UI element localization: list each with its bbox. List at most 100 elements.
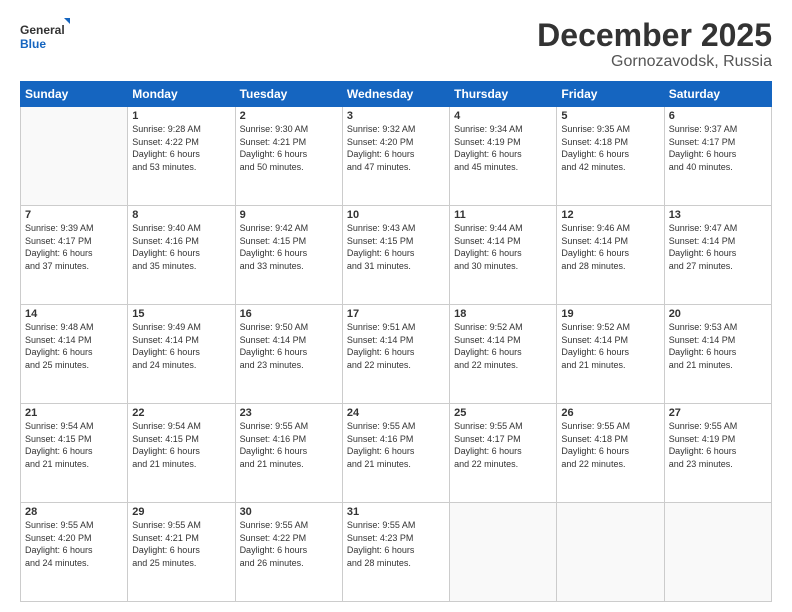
day-info: Sunrise: 9:55 AM Sunset: 4:19 PM Dayligh… [669, 420, 767, 470]
day-number: 25 [454, 407, 552, 419]
day-number: 19 [561, 308, 659, 320]
week-row: 7Sunrise: 9:39 AM Sunset: 4:17 PM Daylig… [21, 206, 772, 305]
day-number: 27 [669, 407, 767, 419]
day-info: Sunrise: 9:44 AM Sunset: 4:14 PM Dayligh… [454, 222, 552, 272]
day-info: Sunrise: 9:42 AM Sunset: 4:15 PM Dayligh… [240, 222, 338, 272]
table-cell: 24Sunrise: 9:55 AM Sunset: 4:16 PM Dayli… [342, 404, 449, 503]
day-info: Sunrise: 9:49 AM Sunset: 4:14 PM Dayligh… [132, 321, 230, 371]
table-cell: 29Sunrise: 9:55 AM Sunset: 4:21 PM Dayli… [128, 503, 235, 602]
day-number: 14 [25, 308, 123, 320]
table-cell: 25Sunrise: 9:55 AM Sunset: 4:17 PM Dayli… [450, 404, 557, 503]
table-cell: 7Sunrise: 9:39 AM Sunset: 4:17 PM Daylig… [21, 206, 128, 305]
table-cell: 13Sunrise: 9:47 AM Sunset: 4:14 PM Dayli… [664, 206, 771, 305]
day-info: Sunrise: 9:52 AM Sunset: 4:14 PM Dayligh… [454, 321, 552, 371]
day-number: 5 [561, 110, 659, 122]
week-row: 1Sunrise: 9:28 AM Sunset: 4:22 PM Daylig… [21, 107, 772, 206]
day-number: 8 [132, 209, 230, 221]
day-info: Sunrise: 9:54 AM Sunset: 4:15 PM Dayligh… [25, 420, 123, 470]
col-monday: Monday [128, 82, 235, 107]
title-block: December 2025 Gornozavodsk, Russia [537, 18, 772, 71]
day-info: Sunrise: 9:30 AM Sunset: 4:21 PM Dayligh… [240, 123, 338, 173]
table-cell [450, 503, 557, 602]
table-cell: 3Sunrise: 9:32 AM Sunset: 4:20 PM Daylig… [342, 107, 449, 206]
day-info: Sunrise: 9:54 AM Sunset: 4:15 PM Dayligh… [132, 420, 230, 470]
table-cell: 31Sunrise: 9:55 AM Sunset: 4:23 PM Dayli… [342, 503, 449, 602]
page: General Blue December 2025 Gornozavodsk,… [0, 0, 792, 612]
day-number: 10 [347, 209, 445, 221]
day-number: 4 [454, 110, 552, 122]
table-cell: 4Sunrise: 9:34 AM Sunset: 4:19 PM Daylig… [450, 107, 557, 206]
table-cell [664, 503, 771, 602]
day-number: 17 [347, 308, 445, 320]
day-number: 3 [347, 110, 445, 122]
month-title: December 2025 [537, 18, 772, 53]
day-info: Sunrise: 9:37 AM Sunset: 4:17 PM Dayligh… [669, 123, 767, 173]
day-info: Sunrise: 9:55 AM Sunset: 4:21 PM Dayligh… [132, 519, 230, 569]
day-number: 11 [454, 209, 552, 221]
day-info: Sunrise: 9:55 AM Sunset: 4:16 PM Dayligh… [347, 420, 445, 470]
table-cell: 12Sunrise: 9:46 AM Sunset: 4:14 PM Dayli… [557, 206, 664, 305]
day-number: 30 [240, 506, 338, 518]
day-info: Sunrise: 9:52 AM Sunset: 4:14 PM Dayligh… [561, 321, 659, 371]
day-info: Sunrise: 9:53 AM Sunset: 4:14 PM Dayligh… [669, 321, 767, 371]
day-info: Sunrise: 9:46 AM Sunset: 4:14 PM Dayligh… [561, 222, 659, 272]
table-cell [21, 107, 128, 206]
day-info: Sunrise: 9:55 AM Sunset: 4:23 PM Dayligh… [347, 519, 445, 569]
day-info: Sunrise: 9:32 AM Sunset: 4:20 PM Dayligh… [347, 123, 445, 173]
week-row: 14Sunrise: 9:48 AM Sunset: 4:14 PM Dayli… [21, 305, 772, 404]
day-number: 12 [561, 209, 659, 221]
day-info: Sunrise: 9:50 AM Sunset: 4:14 PM Dayligh… [240, 321, 338, 371]
week-row: 28Sunrise: 9:55 AM Sunset: 4:20 PM Dayli… [21, 503, 772, 602]
day-number: 18 [454, 308, 552, 320]
week-row: 21Sunrise: 9:54 AM Sunset: 4:15 PM Dayli… [21, 404, 772, 503]
svg-text:Blue: Blue [20, 37, 46, 51]
day-info: Sunrise: 9:55 AM Sunset: 4:18 PM Dayligh… [561, 420, 659, 470]
day-number: 31 [347, 506, 445, 518]
col-saturday: Saturday [664, 82, 771, 107]
table-cell: 30Sunrise: 9:55 AM Sunset: 4:22 PM Dayli… [235, 503, 342, 602]
table-cell: 14Sunrise: 9:48 AM Sunset: 4:14 PM Dayli… [21, 305, 128, 404]
table-cell: 10Sunrise: 9:43 AM Sunset: 4:15 PM Dayli… [342, 206, 449, 305]
day-info: Sunrise: 9:55 AM Sunset: 4:17 PM Dayligh… [454, 420, 552, 470]
day-number: 7 [25, 209, 123, 221]
location: Gornozavodsk, Russia [537, 53, 772, 71]
table-cell: 17Sunrise: 9:51 AM Sunset: 4:14 PM Dayli… [342, 305, 449, 404]
day-number: 16 [240, 308, 338, 320]
svg-text:General: General [20, 23, 65, 37]
day-info: Sunrise: 9:28 AM Sunset: 4:22 PM Dayligh… [132, 123, 230, 173]
table-cell: 16Sunrise: 9:50 AM Sunset: 4:14 PM Dayli… [235, 305, 342, 404]
day-number: 9 [240, 209, 338, 221]
day-info: Sunrise: 9:55 AM Sunset: 4:16 PM Dayligh… [240, 420, 338, 470]
day-number: 24 [347, 407, 445, 419]
table-cell: 11Sunrise: 9:44 AM Sunset: 4:14 PM Dayli… [450, 206, 557, 305]
logo-svg: General Blue [20, 18, 70, 56]
col-thursday: Thursday [450, 82, 557, 107]
day-info: Sunrise: 9:55 AM Sunset: 4:22 PM Dayligh… [240, 519, 338, 569]
day-info: Sunrise: 9:55 AM Sunset: 4:20 PM Dayligh… [25, 519, 123, 569]
col-tuesday: Tuesday [235, 82, 342, 107]
calendar-table: Sunday Monday Tuesday Wednesday Thursday… [20, 81, 772, 602]
col-friday: Friday [557, 82, 664, 107]
table-cell: 18Sunrise: 9:52 AM Sunset: 4:14 PM Dayli… [450, 305, 557, 404]
col-sunday: Sunday [21, 82, 128, 107]
table-cell: 6Sunrise: 9:37 AM Sunset: 4:17 PM Daylig… [664, 107, 771, 206]
col-wednesday: Wednesday [342, 82, 449, 107]
day-number: 6 [669, 110, 767, 122]
table-cell: 2Sunrise: 9:30 AM Sunset: 4:21 PM Daylig… [235, 107, 342, 206]
day-info: Sunrise: 9:47 AM Sunset: 4:14 PM Dayligh… [669, 222, 767, 272]
table-cell: 22Sunrise: 9:54 AM Sunset: 4:15 PM Dayli… [128, 404, 235, 503]
table-cell: 19Sunrise: 9:52 AM Sunset: 4:14 PM Dayli… [557, 305, 664, 404]
table-cell: 5Sunrise: 9:35 AM Sunset: 4:18 PM Daylig… [557, 107, 664, 206]
table-cell: 23Sunrise: 9:55 AM Sunset: 4:16 PM Dayli… [235, 404, 342, 503]
day-number: 28 [25, 506, 123, 518]
calendar-header-row: Sunday Monday Tuesday Wednesday Thursday… [21, 82, 772, 107]
table-cell: 27Sunrise: 9:55 AM Sunset: 4:19 PM Dayli… [664, 404, 771, 503]
day-number: 13 [669, 209, 767, 221]
table-cell: 28Sunrise: 9:55 AM Sunset: 4:20 PM Dayli… [21, 503, 128, 602]
day-info: Sunrise: 9:34 AM Sunset: 4:19 PM Dayligh… [454, 123, 552, 173]
day-info: Sunrise: 9:48 AM Sunset: 4:14 PM Dayligh… [25, 321, 123, 371]
day-number: 29 [132, 506, 230, 518]
day-number: 15 [132, 308, 230, 320]
day-info: Sunrise: 9:40 AM Sunset: 4:16 PM Dayligh… [132, 222, 230, 272]
day-number: 22 [132, 407, 230, 419]
